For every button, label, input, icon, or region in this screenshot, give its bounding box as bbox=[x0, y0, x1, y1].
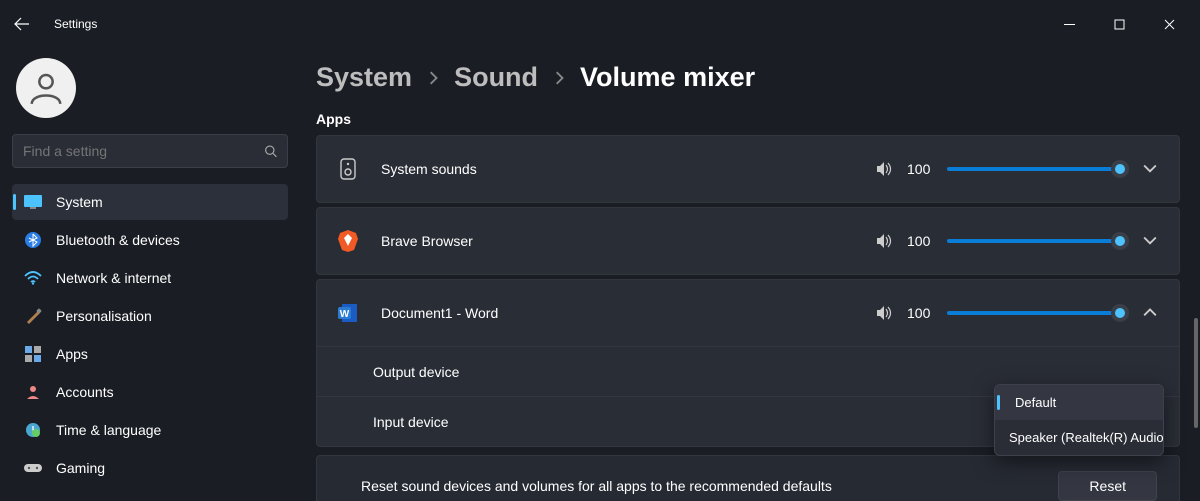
person-icon bbox=[27, 69, 65, 107]
speaker-outline-icon bbox=[335, 157, 361, 181]
accounts-icon bbox=[24, 383, 42, 401]
sidebar-item-time[interactable]: Time & language bbox=[12, 412, 288, 448]
volume-value: 100 bbox=[907, 161, 933, 177]
word-icon: W bbox=[335, 303, 361, 323]
sidebar-item-label: Network & internet bbox=[56, 270, 171, 286]
sidebar-item-bluetooth[interactable]: Bluetooth & devices bbox=[12, 222, 288, 258]
app-card-system-sounds: System sounds 100 bbox=[316, 135, 1180, 203]
sidebar-item-system[interactable]: System bbox=[12, 184, 288, 220]
back-button[interactable] bbox=[8, 10, 36, 38]
app-label: Document1 - Word bbox=[381, 305, 498, 321]
sidebar-item-label: Time & language bbox=[56, 422, 161, 438]
input-device-label: Input device bbox=[373, 414, 449, 430]
volume-icon[interactable] bbox=[875, 160, 893, 178]
clock-icon bbox=[24, 421, 42, 439]
scrollbar-thumb[interactable] bbox=[1194, 318, 1198, 428]
output-device-dropdown: Default Speaker (Realtek(R) Audio) bbox=[994, 384, 1164, 456]
output-device-label: Output device bbox=[373, 364, 459, 380]
svg-text:W: W bbox=[340, 309, 350, 320]
volume-slider[interactable] bbox=[947, 239, 1127, 243]
breadcrumb-system[interactable]: System bbox=[316, 62, 412, 93]
sidebar-item-label: Personalisation bbox=[56, 308, 152, 324]
search-box[interactable] bbox=[12, 134, 288, 168]
sidebar: System Bluetooth & devices Network & int… bbox=[0, 48, 300, 501]
volume-icon[interactable] bbox=[875, 304, 893, 322]
volume-slider[interactable] bbox=[947, 311, 1127, 315]
app-label: Brave Browser bbox=[381, 233, 473, 249]
back-arrow-icon bbox=[14, 16, 30, 32]
main-content: System Sound Volume mixer Apps System so… bbox=[300, 48, 1200, 501]
breadcrumb-sound[interactable]: Sound bbox=[454, 62, 538, 93]
titlebar: Settings bbox=[0, 0, 1200, 48]
reset-row: Reset sound devices and volumes for all … bbox=[316, 455, 1180, 501]
reset-description: Reset sound devices and volumes for all … bbox=[361, 478, 832, 494]
slider-thumb[interactable] bbox=[1111, 304, 1129, 322]
breadcrumb: System Sound Volume mixer bbox=[316, 62, 1180, 93]
section-apps-label: Apps bbox=[316, 111, 1180, 127]
sidebar-item-label: Apps bbox=[56, 346, 88, 362]
chevron-right-icon bbox=[554, 71, 564, 85]
volume-icon[interactable] bbox=[875, 232, 893, 250]
sidebar-item-label: Bluetooth & devices bbox=[56, 232, 180, 248]
search-icon bbox=[264, 144, 277, 158]
slider-thumb[interactable] bbox=[1111, 232, 1129, 250]
breadcrumb-volume-mixer: Volume mixer bbox=[580, 62, 755, 93]
sidebar-item-label: System bbox=[56, 194, 103, 210]
volume-slider[interactable] bbox=[947, 167, 1127, 171]
sidebar-item-label: Gaming bbox=[56, 460, 105, 476]
sidebar-item-network[interactable]: Network & internet bbox=[12, 260, 288, 296]
volume-value: 100 bbox=[907, 305, 933, 321]
dropdown-item-realtek[interactable]: Speaker (Realtek(R) Audio) bbox=[995, 420, 1163, 455]
user-avatar[interactable] bbox=[16, 58, 76, 118]
sidebar-item-label: Accounts bbox=[56, 384, 114, 400]
slider-thumb[interactable] bbox=[1111, 160, 1129, 178]
brush-icon bbox=[24, 307, 42, 325]
chevron-down-icon[interactable] bbox=[1143, 234, 1157, 248]
maximize-button[interactable] bbox=[1096, 8, 1142, 40]
brave-icon bbox=[335, 230, 361, 252]
volume-value: 100 bbox=[907, 233, 933, 249]
chevron-down-icon[interactable] bbox=[1143, 162, 1157, 176]
sidebar-item-apps[interactable]: Apps bbox=[12, 336, 288, 372]
chevron-up-icon[interactable] bbox=[1143, 306, 1157, 320]
dropdown-item-default[interactable]: Default bbox=[995, 385, 1163, 420]
wifi-icon bbox=[24, 269, 42, 287]
minimize-button[interactable] bbox=[1046, 8, 1092, 40]
close-button[interactable] bbox=[1146, 8, 1192, 40]
display-icon bbox=[24, 193, 42, 211]
reset-button[interactable]: Reset bbox=[1058, 471, 1157, 501]
gamepad-icon bbox=[24, 459, 42, 477]
search-input[interactable] bbox=[23, 143, 264, 159]
apps-icon bbox=[24, 345, 42, 363]
sidebar-item-gaming[interactable]: Gaming bbox=[12, 450, 288, 486]
app-label: System sounds bbox=[381, 161, 477, 177]
window-title: Settings bbox=[54, 17, 97, 31]
sidebar-item-accounts[interactable]: Accounts bbox=[12, 374, 288, 410]
app-card-brave: Brave Browser 100 bbox=[316, 207, 1180, 275]
sidebar-item-personalisation[interactable]: Personalisation bbox=[12, 298, 288, 334]
bluetooth-icon bbox=[24, 231, 42, 249]
chevron-right-icon bbox=[428, 71, 438, 85]
